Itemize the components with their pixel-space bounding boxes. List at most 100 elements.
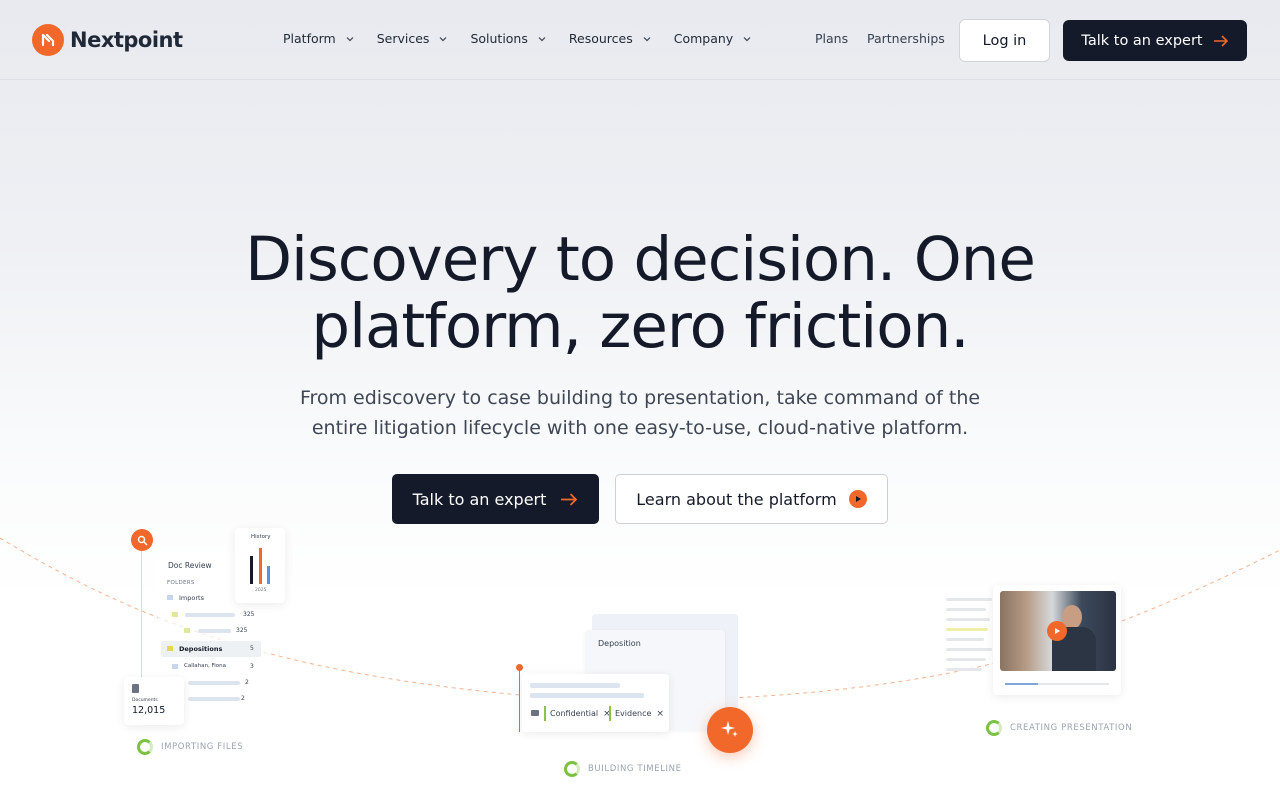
tag-label: Confidential: [550, 709, 599, 718]
folder-count: 3: [250, 663, 254, 670]
folder-count: 2: [241, 695, 245, 702]
nav-label: Company: [673, 31, 734, 46]
login-button[interactable]: Log in: [959, 19, 1050, 62]
folder-icon: [184, 628, 190, 633]
progress-ring-icon: [564, 761, 580, 777]
document-icon: [132, 684, 139, 693]
headline-line-1: Discovery to decision. One: [245, 224, 1036, 295]
creating-presentation-status: CREATING PRESENTATION: [986, 720, 1132, 736]
folders-label: FOLDERS: [167, 580, 195, 586]
nav-label: Resources: [568, 31, 633, 46]
importing-files-status: IMPORTING FILES: [137, 739, 243, 755]
sub-line-1: From ediscovery to case building to pres…: [299, 387, 981, 409]
cta-label: Talk to an expert: [1081, 32, 1203, 49]
status-label: BUILDING TIMELINE: [588, 764, 682, 774]
placeholder-bar: [946, 658, 986, 661]
search-icon: [131, 529, 153, 551]
status-label: CREATING PRESENTATION: [1010, 723, 1133, 733]
main-menu: Platform Services Solutions Resources Co…: [283, 31, 774, 46]
nav-item-company[interactable]: Company: [674, 31, 752, 46]
documents-card: Documents 12,015: [124, 677, 184, 725]
nav-link-partnerships[interactable]: Partnerships: [867, 31, 945, 46]
chevron-down-icon: [743, 36, 751, 41]
placeholder-bar: [188, 697, 240, 701]
person-row: Callahan, Fiona: [184, 663, 226, 669]
tag-label: Evidence: [615, 709, 652, 718]
talk-to-expert-hero-button[interactable]: Talk to an expert: [392, 474, 599, 524]
nav-item-services[interactable]: Services: [377, 31, 449, 46]
login-label: Log in: [982, 32, 1027, 49]
progress-ring-icon: [137, 739, 153, 755]
chevron-down-icon: [440, 36, 447, 41]
history-year: 2025: [255, 588, 267, 593]
learn-platform-button[interactable]: Learn about the platform: [615, 474, 888, 524]
folder-icon: [167, 646, 173, 651]
chevron-down-icon: [346, 36, 354, 41]
nav-label: Platform: [283, 31, 336, 46]
placeholder-bar: [946, 638, 984, 641]
history-title: History: [251, 534, 271, 540]
headline-line-2: platform, zero friction.: [311, 291, 969, 362]
folder-count: 325: [243, 611, 255, 618]
placeholder-bar: [185, 613, 235, 617]
placeholder-bar: [946, 598, 992, 601]
tag-icon: [531, 710, 539, 716]
play-icon: [848, 490, 867, 508]
placeholder-bar: [530, 683, 620, 688]
chevron-down-icon: [538, 36, 546, 41]
video-progress-fill: [1005, 683, 1039, 685]
progress-ring-icon: [986, 720, 1002, 736]
timeline-entry-card: Confidential × Evidence ×: [522, 674, 669, 732]
cta-secondary-label: Learn about the platform: [636, 489, 837, 509]
building-timeline-status: BUILDING TIMELINE: [564, 761, 682, 777]
placeholder-bar: [530, 693, 644, 698]
status-label: IMPORTING FILES: [161, 742, 244, 752]
sparkle-ai-icon: [707, 707, 753, 753]
arrow-right-icon: [1213, 34, 1228, 47]
chevron-down-icon: [643, 36, 651, 41]
nav-item-resources[interactable]: Resources: [569, 31, 652, 46]
top-nav: Nextpoint Platform Services Solutions Re…: [0, 0, 1280, 80]
tag-evidence: Evidence ×: [609, 706, 664, 721]
history-bar: [259, 548, 262, 584]
talk-to-expert-nav-button[interactable]: Talk to an expert: [1063, 20, 1247, 61]
placeholder-bar: [946, 608, 986, 611]
transcript-lines: [946, 594, 994, 690]
doc-tree-line: [141, 551, 142, 679]
cta-primary-label: Talk to an expert: [412, 489, 547, 509]
folder-icon: [172, 612, 178, 617]
nav-label: Services: [376, 31, 430, 46]
timeline-line: [519, 670, 520, 732]
documents-label: Documents: [132, 698, 158, 703]
folder-imports: Imports: [179, 594, 204, 602]
folder-count: 325: [236, 627, 248, 634]
history-card: History 2025: [235, 528, 285, 603]
documents-count: 12,015: [132, 705, 166, 716]
placeholder-bar: [946, 668, 982, 671]
hero-subheadline: From ediscovery to case building to pres…: [0, 383, 1280, 443]
sub-line-2: entire litigation lifecycle with one eas…: [311, 417, 969, 439]
placeholder-bar: [188, 681, 240, 685]
placeholder-bar: [198, 629, 231, 633]
folder-count: 5: [250, 645, 254, 652]
arrow-right-icon: [561, 492, 578, 506]
history-bar: [250, 556, 253, 584]
brand-logo[interactable]: Nextpoint: [32, 24, 183, 56]
nav-label: Solutions: [470, 31, 528, 46]
hero-headline: Discovery to decision. One platform, zer…: [0, 226, 1280, 360]
nav-link-plans[interactable]: Plans: [815, 31, 848, 46]
nav-item-solutions[interactable]: Solutions: [470, 31, 546, 46]
nav-item-platform[interactable]: Platform: [283, 31, 355, 46]
deposition-title: Deposition: [598, 639, 641, 648]
placeholder-bar: [946, 648, 992, 651]
presentation-card: [993, 585, 1121, 695]
doc-review-title: Doc Review: [168, 561, 212, 570]
folder-depositions: Depositions: [179, 645, 223, 653]
video-progress-track: [1005, 683, 1109, 685]
folder-count: 2: [245, 679, 249, 686]
placeholder-bar: [946, 618, 990, 621]
nextpoint-logo-icon: [32, 24, 64, 56]
tag-confidential: Confidential ×: [544, 706, 611, 721]
brand-name: Nextpoint: [70, 28, 183, 52]
history-bar: [267, 566, 270, 584]
